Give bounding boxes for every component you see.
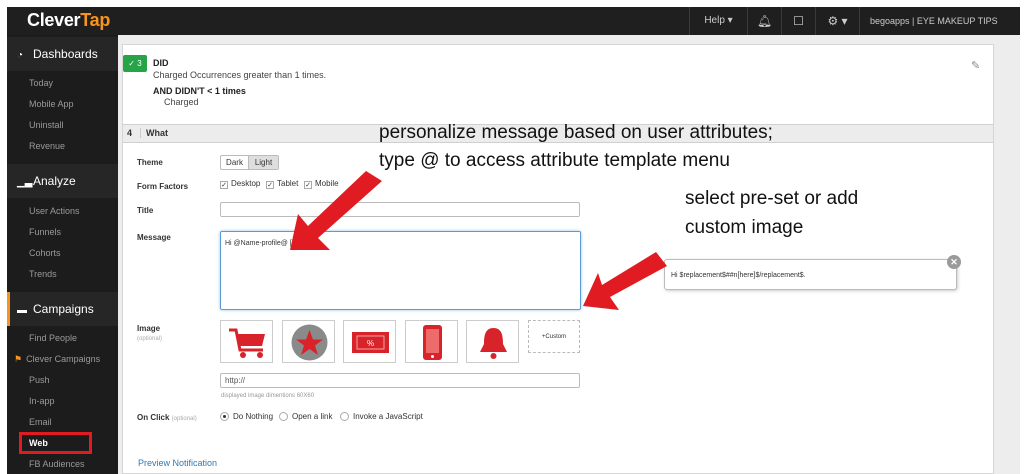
arrow-to-message-icon (290, 171, 382, 250)
annotation-arrows (290, 171, 667, 310)
screenshot-root: CleverTap Help ▾ 🔔︎ ☐ ⚙ ▾ begoapps | EYE… (0, 0, 1028, 474)
arrow-to-images-icon (583, 252, 667, 310)
